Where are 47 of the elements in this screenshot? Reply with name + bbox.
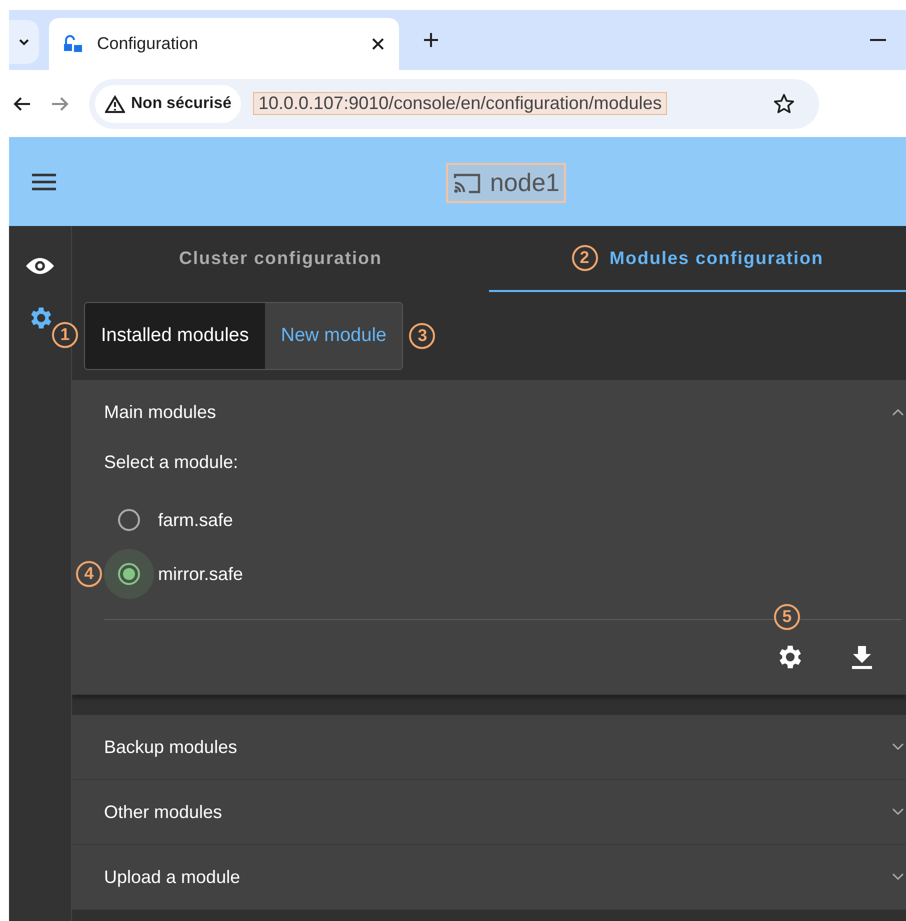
browser-tab[interactable]: Configuration	[49, 18, 399, 70]
address-bar[interactable]: Non sécurisé 10.0.0.107:9010/console/en/configuration/modules	[89, 78, 819, 128]
chevron-down-icon	[18, 38, 30, 46]
chevron-down-icon	[892, 873, 904, 881]
section-title: Upload a module	[104, 866, 240, 888]
node-title: node1	[446, 163, 566, 203]
security-label: Non sécurisé	[131, 94, 232, 112]
chevron-down-icon	[892, 808, 904, 816]
tab-label: Cluster configuration	[178, 248, 382, 268]
section-title: Backup modules	[104, 736, 238, 758]
close-icon[interactable]	[371, 37, 385, 51]
callout-number: 5	[774, 604, 800, 630]
tab[interactable]: Cluster configuration	[72, 226, 489, 292]
star-icon[interactable]	[773, 92, 795, 114]
unlocked-icon	[63, 35, 83, 53]
back-icon[interactable]	[13, 96, 31, 112]
download-icon[interactable]	[850, 644, 874, 670]
option-label: farm.safe	[158, 510, 234, 530]
tab[interactable]: 2 Modules configuration	[489, 226, 906, 292]
accordion-header[interactable]: Main modules	[72, 380, 906, 444]
callout-number: 4	[76, 561, 102, 587]
accordion-header[interactable]: Other modules	[72, 780, 906, 844]
security-chip[interactable]: Non sécurisé	[95, 84, 242, 122]
minimize-icon[interactable]	[870, 38, 886, 42]
chevron-down-icon	[892, 743, 904, 751]
cast-icon	[452, 171, 482, 195]
option-label: mirror.safe	[158, 564, 244, 584]
menu-icon[interactable]	[31, 172, 57, 192]
warning-icon	[105, 94, 125, 112]
callout-number: 2	[572, 245, 598, 271]
callout-number: 3	[409, 323, 436, 349]
chevron-up-icon	[892, 408, 904, 416]
tab-title: Configuration	[97, 34, 200, 54]
tab-label: Modules configuration	[610, 248, 824, 268]
accordion-header[interactable]: Backup modules	[72, 715, 906, 779]
toggle-tab[interactable]: Installed modules	[85, 303, 265, 369]
section-title: Main modules	[104, 402, 216, 422]
toggle-tab[interactable]: New module	[264, 303, 402, 369]
accordion-header[interactable]: Upload a module	[72, 845, 906, 909]
url-text: 10.0.0.107:9010/console/en/configuration/modules	[253, 92, 667, 115]
callout-number: 1	[52, 322, 78, 348]
radio-button[interactable]	[104, 549, 154, 599]
new-tab-icon[interactable]	[423, 32, 439, 48]
forward-icon[interactable]	[51, 96, 69, 112]
eye-icon[interactable]	[25, 256, 55, 276]
prompt-label: Select a module:	[103, 451, 240, 474]
section-title: Other modules	[104, 802, 222, 822]
